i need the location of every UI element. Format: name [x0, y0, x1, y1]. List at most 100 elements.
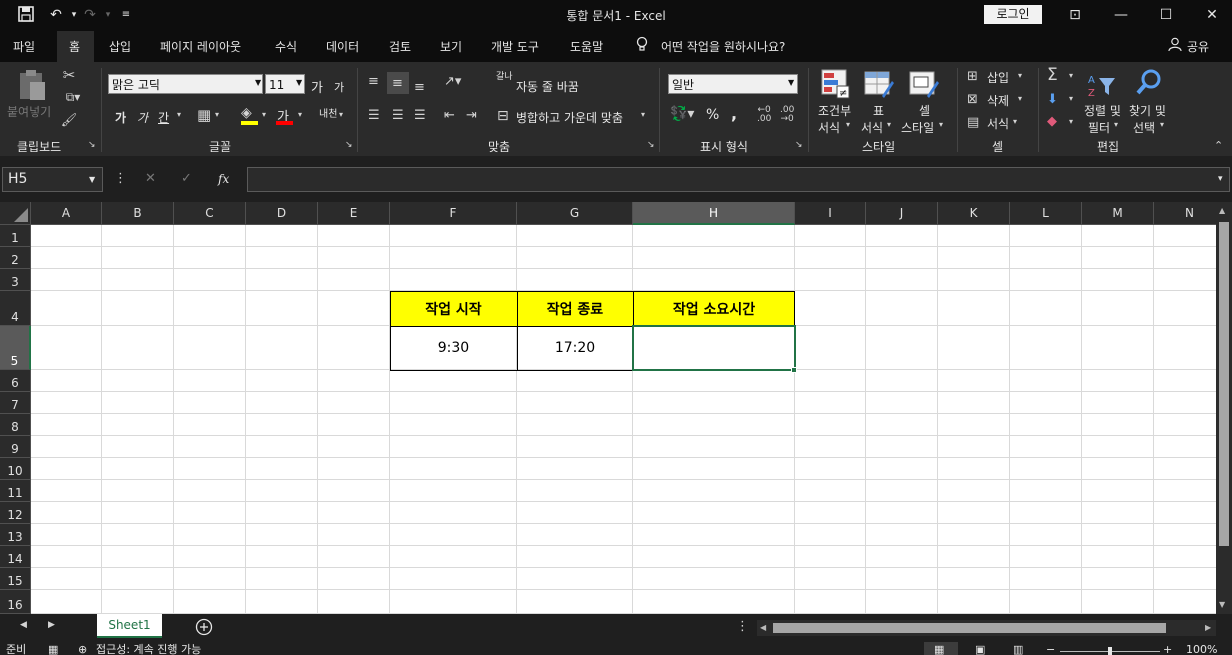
- tab-file[interactable]: 파일: [13, 38, 35, 55]
- horizontal-scroll-thumb[interactable]: [773, 623, 1166, 633]
- increase-decimal-icon[interactable]: ←0.00: [757, 106, 771, 124]
- column-header-e[interactable]: E: [318, 202, 390, 225]
- italic-button[interactable]: 가: [137, 109, 148, 126]
- column-header-g[interactable]: G: [517, 202, 633, 225]
- tab-split-handle-icon[interactable]: ⋮: [736, 619, 749, 634]
- align-center-icon[interactable]: ☰: [392, 108, 404, 123]
- fill-dropdown-icon[interactable]: ▾: [1069, 94, 1073, 103]
- border-dropdown-icon[interactable]: ▾: [215, 110, 219, 119]
- column-header-c[interactable]: C: [174, 202, 246, 225]
- normal-view-icon[interactable]: ▦: [934, 643, 944, 655]
- cut-icon[interactable]: ✂: [60, 66, 78, 84]
- select-all-corner[interactable]: [0, 202, 31, 225]
- tab-data[interactable]: 데이터: [326, 38, 359, 55]
- alignment-launcher-icon[interactable]: ↘: [647, 140, 655, 150]
- cell-selection[interactable]: [632, 325, 796, 371]
- share-person-icon[interactable]: [1168, 37, 1182, 54]
- ribbon-display-options-icon[interactable]: ⊡: [1062, 5, 1088, 25]
- name-box[interactable]: H5: [2, 167, 103, 192]
- tab-developer[interactable]: 개발 도구: [491, 38, 539, 55]
- macro-record-icon[interactable]: ▦: [48, 643, 58, 655]
- login-button[interactable]: 로그인: [984, 5, 1042, 24]
- phonetic-dropdown-icon[interactable]: ▾: [339, 110, 343, 119]
- comma-button[interactable]: ,: [731, 104, 737, 123]
- decrease-indent-icon[interactable]: ⇤: [444, 108, 455, 123]
- insert-function-button[interactable]: fx: [218, 172, 229, 186]
- column-header-k[interactable]: K: [938, 202, 1010, 225]
- autosum-dropdown-icon[interactable]: ▾: [1069, 71, 1073, 80]
- tab-review[interactable]: 검토: [389, 38, 411, 55]
- formula-input[interactable]: [247, 167, 1230, 192]
- find-select-dropdown-icon[interactable]: ▾: [1160, 120, 1164, 129]
- row-header-1[interactable]: 1: [0, 225, 31, 247]
- add-sheet-icon[interactable]: [195, 618, 213, 636]
- sort-filter-dropdown-icon[interactable]: ▾: [1114, 120, 1118, 129]
- scroll-down-icon[interactable]: ▼: [1219, 600, 1225, 609]
- orientation-icon[interactable]: ↗▾: [444, 74, 461, 89]
- next-sheet-icon[interactable]: ▶: [48, 620, 55, 630]
- delete-cells-button[interactable]: 삭제: [987, 92, 1009, 109]
- cell-h4[interactable]: 작업 소요시간: [633, 299, 795, 319]
- increase-font-button[interactable]: 가: [311, 77, 323, 96]
- prev-sheet-icon[interactable]: ◀: [20, 620, 27, 630]
- sort-filter-label[interactable]: 정렬 및: [1084, 102, 1121, 119]
- tell-me-search[interactable]: 어떤 작업을 원하시나요?: [661, 38, 785, 55]
- tab-formulas[interactable]: 수식: [275, 38, 297, 55]
- worksheet-grid[interactable]: ABCDEFGHIJKLMN 1 2 3 4 5 6 7 8 9 10 11 12 13 14 15 16 작…: [0, 202, 1216, 614]
- clear-dropdown-icon[interactable]: ▾: [1069, 117, 1073, 126]
- font-color-dropdown-icon[interactable]: ▾: [298, 110, 302, 119]
- column-header-h[interactable]: H: [633, 202, 795, 225]
- font-launcher-icon[interactable]: ↘: [345, 140, 353, 150]
- share-button[interactable]: 공유: [1187, 38, 1209, 55]
- column-header-i[interactable]: I: [795, 202, 866, 225]
- cell-styles-dropdown-icon[interactable]: ▾: [939, 120, 943, 129]
- border-icon[interactable]: ▦: [197, 106, 211, 124]
- decrease-font-button[interactable]: 가: [334, 79, 344, 95]
- cell-g5[interactable]: 17:20: [517, 340, 633, 356]
- conditional-format-label[interactable]: 조건부: [818, 102, 851, 119]
- scroll-left-icon[interactable]: ◀: [760, 623, 766, 632]
- align-middle-icon[interactable]: ≡: [392, 76, 403, 91]
- format-cells-dropdown-icon[interactable]: ▾: [1013, 117, 1017, 126]
- row-header-12[interactable]: 12: [0, 502, 31, 524]
- scroll-right-icon[interactable]: ▶: [1205, 623, 1211, 632]
- cell-g4[interactable]: 작업 종료: [517, 299, 633, 319]
- insert-cells-button[interactable]: 삽입: [987, 69, 1009, 86]
- merge-center-button[interactable]: 병합하고 가운데 맞춤: [516, 109, 623, 126]
- row-header-3[interactable]: 3: [0, 269, 31, 291]
- zoom-level[interactable]: 100%: [1186, 643, 1217, 655]
- tab-page-layout[interactable]: 페이지 레이아웃: [160, 38, 241, 55]
- copy-icon[interactable]: ⧉▾: [60, 90, 86, 105]
- expand-formula-bar-icon[interactable]: ▾: [1218, 174, 1223, 184]
- format-painter-icon[interactable]: 🖌: [60, 113, 78, 128]
- find-select-label[interactable]: 찾기 및: [1129, 102, 1166, 119]
- tab-insert[interactable]: 삽입: [109, 38, 131, 55]
- percent-button[interactable]: %: [706, 107, 719, 123]
- page-layout-view-icon[interactable]: ▣: [975, 643, 985, 655]
- row-header-7[interactable]: 7: [0, 392, 31, 414]
- row-header-6[interactable]: 6: [0, 370, 31, 392]
- tab-help[interactable]: 도움말: [570, 38, 603, 55]
- name-box-chevron-icon[interactable]: ▼: [89, 175, 95, 184]
- accounting-format-icon[interactable]: 💱▾: [670, 106, 694, 122]
- format-as-table-dropdown-icon[interactable]: ▾: [887, 120, 891, 129]
- minimize-icon[interactable]: —: [1108, 5, 1134, 25]
- column-header-j[interactable]: J: [866, 202, 938, 225]
- increase-indent-icon[interactable]: ⇥: [466, 108, 477, 123]
- column-header-b[interactable]: B: [102, 202, 174, 225]
- sort-filter-label-2[interactable]: 필터: [1088, 119, 1110, 136]
- insert-cells-dropdown-icon[interactable]: ▾: [1018, 71, 1022, 80]
- row-header-13[interactable]: 13: [0, 524, 31, 546]
- column-header-d[interactable]: D: [246, 202, 318, 225]
- align-bottom-icon[interactable]: ≡: [414, 80, 425, 95]
- row-header-14[interactable]: 14: [0, 546, 31, 568]
- row-header-15[interactable]: 15: [0, 568, 31, 590]
- align-top-icon[interactable]: ≡: [368, 74, 379, 89]
- row-header-5[interactable]: 5: [0, 326, 31, 370]
- conditional-format-dropdown-icon[interactable]: ▾: [846, 120, 850, 129]
- underline-button[interactable]: 간: [158, 109, 169, 126]
- row-header-16[interactable]: 16: [0, 590, 31, 614]
- vertical-scrollbar[interactable]: ▲ ▼: [1216, 202, 1232, 614]
- align-left-icon[interactable]: ☰: [368, 108, 380, 123]
- find-select-label-2[interactable]: 선택: [1133, 119, 1155, 136]
